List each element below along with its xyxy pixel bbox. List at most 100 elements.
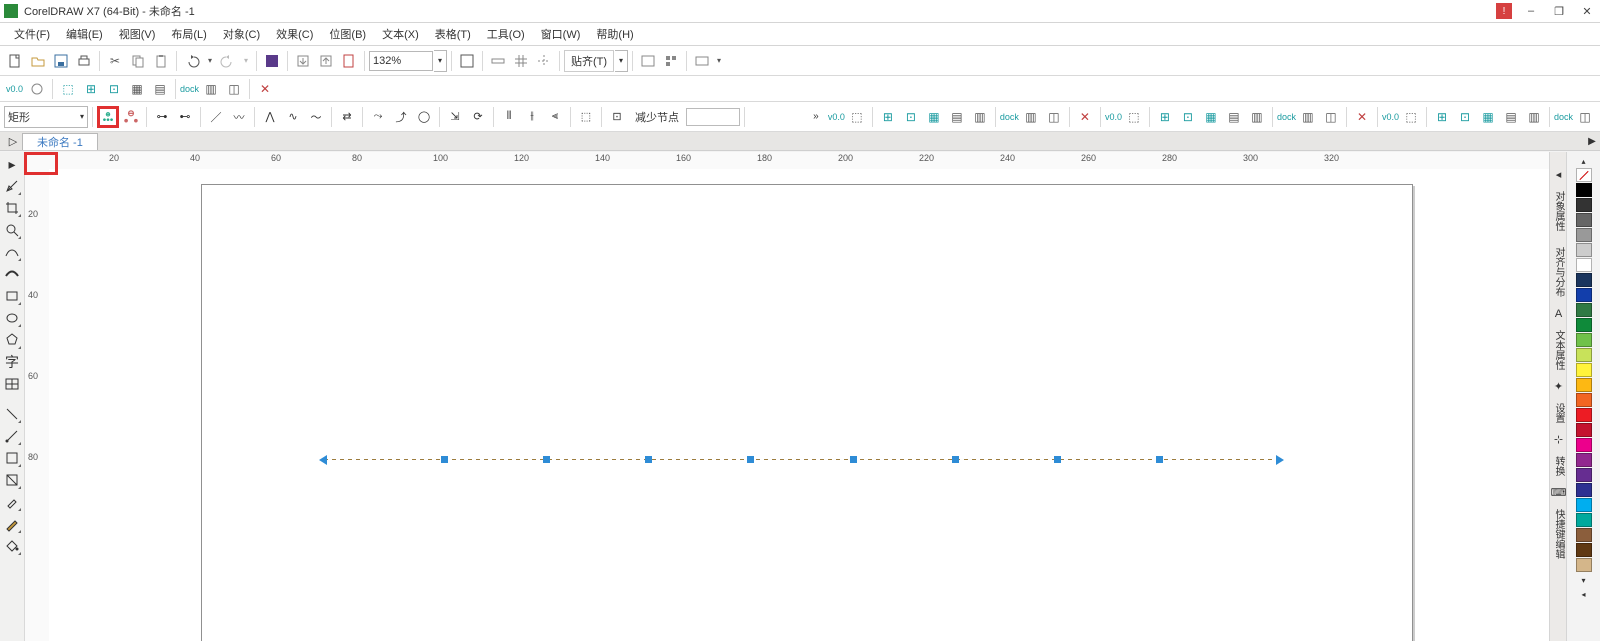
interactive-fill-tool[interactable]	[2, 448, 22, 468]
freehand-tool[interactable]	[2, 242, 22, 262]
ex-btn-25[interactable]: ◫	[1574, 106, 1596, 128]
menu-edit[interactable]: 编辑(E)	[58, 23, 111, 45]
shape-type-combo[interactable]: 矩形▾	[4, 106, 88, 128]
extract-subpath-button[interactable]: ⤴	[390, 106, 412, 128]
node-handle[interactable]	[1054, 456, 1061, 463]
color-swatch[interactable]	[1576, 273, 1592, 287]
ex-btn-1[interactable]: ⬚	[846, 106, 868, 128]
ex-btn-4[interactable]: ▦	[923, 106, 945, 128]
break-nodes-button[interactable]: ⊷	[174, 106, 196, 128]
color-swatch[interactable]	[1576, 423, 1592, 437]
reflect-h-button[interactable]: ⫷	[544, 106, 566, 128]
reverse-direction-button[interactable]: ⇄	[336, 106, 358, 128]
fill-tool[interactable]	[2, 536, 22, 556]
undo-dropdown[interactable]: ▾	[204, 50, 216, 72]
menu-text[interactable]: 文本(X)	[374, 23, 427, 45]
macro-btn-5[interactable]: ▦	[126, 78, 148, 100]
palette-scroll-up[interactable]: ▴	[1569, 154, 1599, 168]
tab-scroll-right[interactable]: ▶	[1584, 132, 1600, 150]
cut-button[interactable]: ✂	[104, 50, 126, 72]
macro-btn-3[interactable]: ⊞	[80, 78, 102, 100]
smooth-node-button[interactable]: ∿	[282, 106, 304, 128]
delete-node-button[interactable]	[120, 106, 142, 128]
color-swatch[interactable]	[1576, 378, 1592, 392]
menu-effects[interactable]: 效果(C)	[268, 23, 321, 45]
ex-btn-7[interactable]: ▥	[1020, 106, 1042, 128]
paste-button[interactable]	[150, 50, 172, 72]
color-swatch[interactable]	[1576, 243, 1592, 257]
color-swatch[interactable]	[1576, 498, 1592, 512]
docker-tab-align[interactable]: 对齐与分布	[1550, 241, 1567, 303]
ex-btn-9[interactable]: ✕	[1074, 106, 1096, 128]
docker-tab-text-icon[interactable]: A	[1552, 307, 1565, 320]
zoom-tool[interactable]	[2, 220, 22, 240]
ex-btn-24[interactable]: ▥	[1523, 106, 1545, 128]
color-swatch[interactable]	[1576, 543, 1592, 557]
minimize-button[interactable]: –	[1522, 2, 1540, 20]
color-swatch[interactable]	[1576, 483, 1592, 497]
open-button[interactable]	[27, 50, 49, 72]
pick-tool[interactable]: ▸	[2, 154, 22, 174]
docker-tab-transform[interactable]: 转换	[1550, 450, 1567, 482]
color-swatch[interactable]	[1576, 228, 1592, 242]
color-swatch[interactable]	[1576, 168, 1592, 182]
macro-btn-7[interactable]: ▥	[200, 78, 222, 100]
color-swatch[interactable]	[1576, 453, 1592, 467]
cusp-node-button[interactable]: ⋀	[259, 106, 281, 128]
publish-pdf-button[interactable]	[338, 50, 360, 72]
redo-button[interactable]	[217, 50, 239, 72]
ex-btn-11[interactable]: ⊞	[1154, 106, 1176, 128]
ruler-origin-corner[interactable]	[25, 152, 50, 170]
search-content-button[interactable]	[261, 50, 283, 72]
copy-button[interactable]	[127, 50, 149, 72]
outline-tool[interactable]	[2, 514, 22, 534]
rectangle-tool[interactable]	[2, 286, 22, 306]
color-swatch[interactable]	[1576, 438, 1592, 452]
color-swatch[interactable]	[1576, 288, 1592, 302]
show-guidelines-button[interactable]	[533, 50, 555, 72]
show-grid-button[interactable]	[510, 50, 532, 72]
macro-btn-2[interactable]: ⬚	[57, 78, 79, 100]
drawing-viewport[interactable]	[49, 169, 1572, 641]
ex-btn-22[interactable]: ▦	[1477, 106, 1499, 128]
snap-dropdown[interactable]: ▾	[615, 50, 628, 72]
ex-btn-6[interactable]: ▥	[969, 106, 991, 128]
ex-btn-3[interactable]: ⊡	[900, 106, 922, 128]
ex-btn-20[interactable]: ⊞	[1431, 106, 1453, 128]
undo-button[interactable]	[181, 50, 203, 72]
show-rulers-button[interactable]	[487, 50, 509, 72]
ex-btn-15[interactable]: ▥	[1246, 106, 1268, 128]
color-swatch[interactable]	[1576, 528, 1592, 542]
palette-flyout[interactable]: ◂	[1569, 587, 1599, 601]
node-handle[interactable]	[850, 456, 857, 463]
text-tool[interactable]: 字	[2, 352, 22, 372]
join-nodes-button[interactable]: ⊶	[151, 106, 173, 128]
ex-btn-14[interactable]: ▤	[1223, 106, 1245, 128]
to-curve-button[interactable]: 〰	[228, 106, 250, 128]
print-button[interactable]	[73, 50, 95, 72]
welcome-dropdown[interactable]: ▾	[714, 50, 724, 72]
menu-table[interactable]: 表格(T)	[427, 23, 479, 45]
ex-btn-2[interactable]: ⊞	[877, 106, 899, 128]
docker-tab-settings[interactable]: 设置	[1550, 397, 1567, 429]
maximize-button[interactable]: ❐	[1550, 2, 1568, 20]
line-start-arrow[interactable]	[319, 455, 327, 465]
color-swatch[interactable]	[1576, 258, 1592, 272]
ex-btn-5[interactable]: ▤	[946, 106, 968, 128]
close-button[interactable]: ✕	[1578, 2, 1596, 20]
dock-tag-3[interactable]: dock	[1277, 106, 1296, 128]
ex-btn-13[interactable]: ▦	[1200, 106, 1222, 128]
app-launcher-button[interactable]	[660, 50, 682, 72]
connector-tool[interactable]	[2, 426, 22, 446]
rotate-nodes-button[interactable]: ⟳	[467, 106, 489, 128]
docker-tab-text[interactable]: 文本属性	[1550, 324, 1567, 376]
node-handle[interactable]	[747, 456, 754, 463]
welcome-button[interactable]	[691, 50, 713, 72]
ex-btn-18[interactable]: ✕	[1351, 106, 1373, 128]
color-swatch[interactable]	[1576, 558, 1592, 572]
menu-layout[interactable]: 布局(L)	[163, 23, 214, 45]
document-tab[interactable]: 未命名 -1	[22, 133, 98, 150]
redo-dropdown[interactable]: ▾	[240, 50, 252, 72]
align-nodes-h-button[interactable]: ⫴	[498, 106, 520, 128]
zoom-level-input[interactable]: 132%	[369, 51, 433, 71]
